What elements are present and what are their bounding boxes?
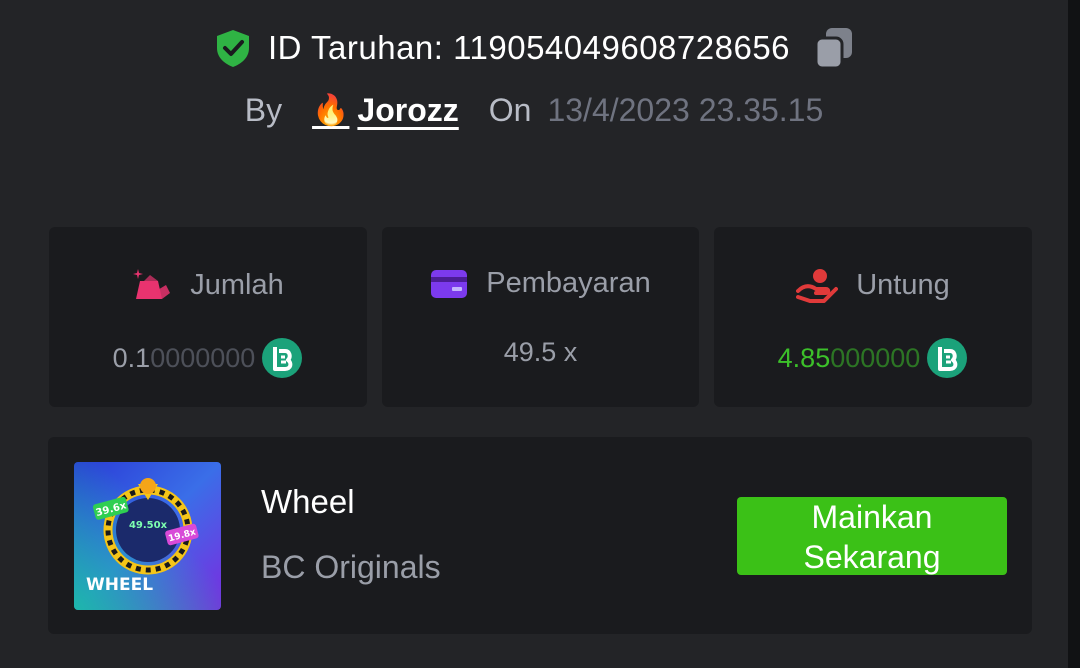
payout-label: Pembayaran (486, 267, 651, 299)
game-provider: BC Originals (261, 549, 441, 585)
play-now-button[interactable]: Mainkan Sekarang (737, 497, 1007, 575)
profit-card: Untung 4.85 000000 (714, 227, 1032, 407)
card-icon (431, 269, 468, 298)
bet-id: ID Taruhan: 119054049608728656 (267, 29, 791, 66)
shield-check-icon (216, 30, 249, 67)
amount-card: Jumlah 0.1 0000000 (49, 227, 367, 407)
bet-amount-icon (133, 269, 171, 299)
thumb-multiplier-center: 49.50x (129, 520, 168, 531)
game-thumbnail[interactable]: 49.50x 39.6x 19.8x WHEEL (74, 462, 221, 610)
profit-value: 4.85 000000 (714, 337, 1032, 379)
profit-value-main: 4.85 (777, 342, 831, 373)
payout-value: 49.5 x (503, 337, 578, 367)
payout-card: Pembayaran 49.5 x (382, 227, 699, 407)
amount-value: 0.1 0000000 (49, 337, 367, 379)
profit-value-trailing: 000000 (830, 342, 921, 373)
on-label: On (488, 92, 532, 128)
profit-hand-icon (796, 269, 839, 303)
profit-label: Untung (856, 268, 950, 301)
amount-value-trailing: 0000000 (150, 342, 256, 373)
amount-label: Jumlah (190, 268, 284, 301)
username-link[interactable]: 🔥 Jorozz (312, 92, 459, 129)
author-row: By 🔥 Jorozz On 13/4/2023 23.35.15 (0, 92, 1068, 129)
wheel-game-thumbnail-image: 49.50x 39.6x 19.8x WHEEL (74, 462, 221, 610)
username: Jorozz (357, 92, 459, 128)
bet-id-row: ID Taruhan: 119054049608728656 (0, 26, 1068, 70)
flame-icon: 🔥 (312, 94, 350, 127)
copy-icon[interactable] (814, 26, 854, 70)
game-panel: 49.50x 39.6x 19.8x WHEEL Wheel BC Origin… (48, 437, 1032, 634)
window-edge (1068, 0, 1080, 668)
game-name[interactable]: Wheel (261, 483, 355, 521)
thumb-title: WHEEL (86, 575, 153, 595)
amount-value-main: 0.1 (112, 342, 151, 373)
bc-coin-icon (927, 338, 968, 378)
bc-coin-icon (262, 338, 303, 378)
by-label: By (244, 92, 283, 128)
bet-datetime: 13/4/2023 23.35.15 (547, 92, 824, 128)
